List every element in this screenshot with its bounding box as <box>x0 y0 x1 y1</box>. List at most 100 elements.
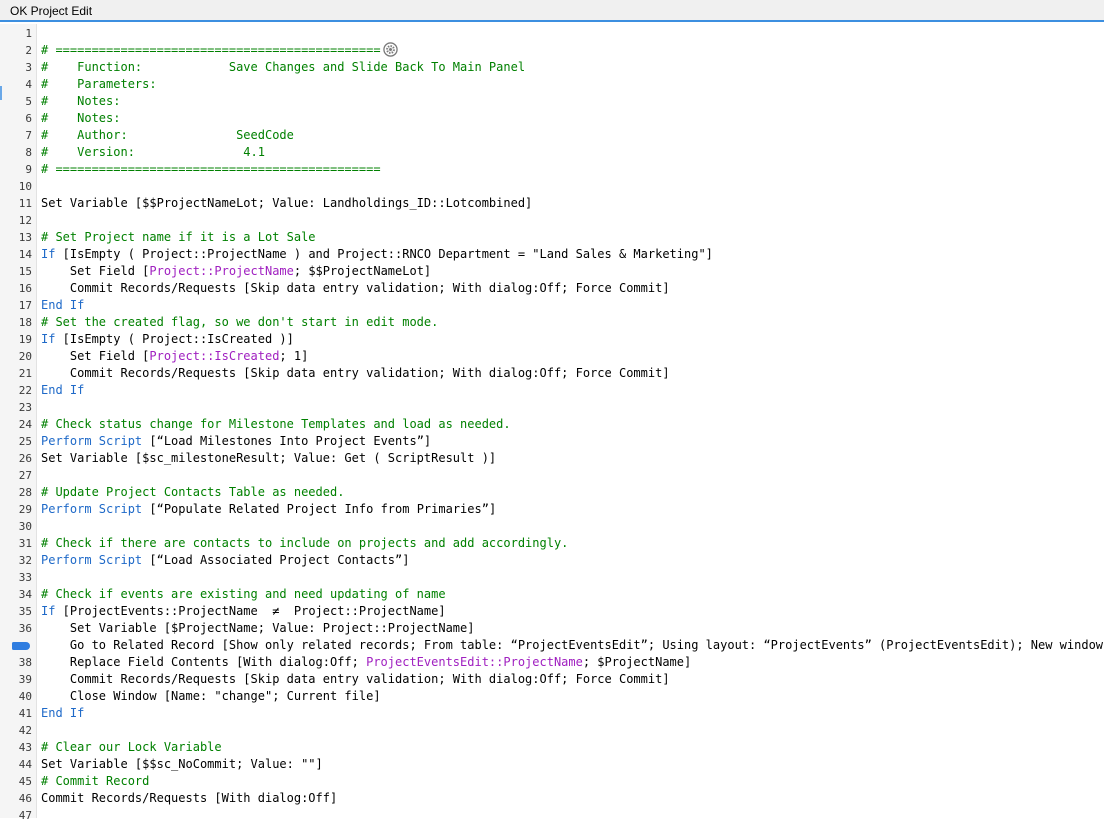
script-step-text: End If <box>41 297 84 314</box>
comment-text: # Update Project Contacts Table as neede… <box>41 485 345 499</box>
script-line[interactable]: 15 Set Field [Project::ProjectName; $$Pr… <box>0 263 1104 280</box>
line-number: 4 <box>25 78 32 91</box>
script-line[interactable]: 37 Go to Related Record [Show only relat… <box>0 637 1104 654</box>
step-text: [“Load Associated Project Contacts”] <box>142 553 410 567</box>
line-number: 7 <box>25 129 32 142</box>
line-number: 47 <box>18 809 32 822</box>
line-number: 31 <box>18 537 32 550</box>
script-line[interactable]: 1 <box>0 25 1104 42</box>
script-line[interactable]: 28 # Update Project Contacts Table as nee… <box>0 484 1104 501</box>
script-step-text: # Set the created flag, so we don't star… <box>41 314 438 331</box>
script-line[interactable]: 12 <box>0 212 1104 229</box>
control-keyword: If <box>41 247 56 261</box>
script-line[interactable]: 9 # =====================================… <box>0 161 1104 178</box>
script-line[interactable]: 40 Close Window [Name: "change"; Current… <box>0 688 1104 705</box>
script-line[interactable]: 34 # Check if events are existing and nee… <box>0 586 1104 603</box>
line-number: 11 <box>18 197 32 210</box>
line-number: 42 <box>18 724 32 737</box>
script-line[interactable]: 30 <box>0 518 1104 535</box>
script-line[interactable]: 2 # =====================================… <box>0 42 1104 59</box>
line-number: 33 <box>18 571 32 584</box>
script-line[interactable]: 25 Perform Script [“Load Milestones Into … <box>0 433 1104 450</box>
script-line[interactable]: 36 Set Variable [$ProjectName; Value: Pr… <box>0 620 1104 637</box>
line-number: 34 <box>18 588 32 601</box>
script-step-text: Replace Field Contents [With dialog:Off;… <box>41 654 691 671</box>
script-line[interactable]: 44 Set Variable [$$sc_NoCommit; Value: ""… <box>0 756 1104 773</box>
script-line[interactable]: 24 # Check status change for Milestone Te… <box>0 416 1104 433</box>
script-step-text: # Check if events are existing and need … <box>41 586 446 603</box>
script-line[interactable]: 29 Perform Script [“Populate Related Proj… <box>0 501 1104 518</box>
line-number: 43 <box>18 741 32 754</box>
comment-text: # ======================================… <box>41 162 381 176</box>
script-line[interactable]: 20 Set Field [Project::IsCreated; 1] <box>0 348 1104 365</box>
line-number: 38 <box>18 656 32 669</box>
comment-text: # ======================================… <box>41 43 381 57</box>
script-step-text: # Notes: <box>41 93 120 110</box>
window-title: OK Project Edit <box>10 4 93 18</box>
line-number: 3 <box>25 61 32 74</box>
script-step-text: # ======================================… <box>41 161 381 178</box>
script-editor[interactable]: 1 2 # ====================================… <box>0 24 1104 822</box>
window-titlebar: OK Project Edit <box>0 0 1104 22</box>
gear-icon[interactable] <box>382 42 398 57</box>
script-line[interactable]: 11 Set Variable [$$ProjectNameLot; Value:… <box>0 195 1104 212</box>
script-line[interactable]: 16 Commit Records/Requests [Skip data en… <box>0 280 1104 297</box>
script-line[interactable]: 43 # Clear our Lock Variable <box>0 739 1104 756</box>
script-line[interactable]: 14 If [IsEmpty ( Project::ProjectName ) a… <box>0 246 1104 263</box>
script-line[interactable]: 19 If [IsEmpty ( Project::IsCreated )] <box>0 331 1104 348</box>
line-number: 19 <box>18 333 32 346</box>
script-line[interactable]: 23 <box>0 399 1104 416</box>
script-line[interactable]: 35 If [ProjectEvents::ProjectName ≠ Proje… <box>0 603 1104 620</box>
line-number: 15 <box>18 265 32 278</box>
script-line[interactable]: 7 # Author: SeedCode <box>0 127 1104 144</box>
script-line[interactable]: 46 Commit Records/Requests [With dialog:O… <box>0 790 1104 807</box>
line-number: 2 <box>25 44 32 57</box>
line-number: 44 <box>18 758 32 771</box>
script-line[interactable]: 10 <box>0 178 1104 195</box>
breakpoint-marker-icon[interactable] <box>12 642 30 650</box>
script-line[interactable]: 27 <box>0 467 1104 484</box>
script-line[interactable]: 42 <box>0 722 1104 739</box>
script-line[interactable]: 21 Commit Records/Requests [Skip data en… <box>0 365 1104 382</box>
script-line[interactable]: 22 End If <box>0 382 1104 399</box>
comment-text: # Commit Record <box>41 774 150 788</box>
control-keyword: End If <box>41 706 85 720</box>
script-line[interactable]: 18 # Set the created flag, so we don't st… <box>0 314 1104 331</box>
script-step-text: Close Window [Name: "change"; Current fi… <box>41 688 381 705</box>
line-number: 9 <box>25 163 32 176</box>
control-keyword: End If <box>41 383 85 397</box>
script-line[interactable]: 6 # Notes: <box>0 110 1104 127</box>
script-line[interactable]: 13 # Set Project name if it is a Lot Sale <box>0 229 1104 246</box>
field-reference: ProjectEventsEdit::ProjectName <box>366 655 583 669</box>
script-line[interactable]: 17 End If <box>0 297 1104 314</box>
script-line[interactable]: 26 Set Variable [$sc_milestoneResult; Val… <box>0 450 1104 467</box>
line-number: 21 <box>18 367 32 380</box>
script-step-text: If [IsEmpty ( Project::IsCreated )] <box>41 331 294 348</box>
line-number: 36 <box>18 622 32 635</box>
step-text: ; 1] <box>279 349 309 363</box>
script-step-text: Set Variable [$$ProjectNameLot; Value: L… <box>41 195 532 212</box>
script-line[interactable]: 47 <box>0 807 1104 824</box>
script-line[interactable]: 31 # Check if there are contacts to inclu… <box>0 535 1104 552</box>
script-line[interactable]: 8 # Version: 4.1 <box>0 144 1104 161</box>
line-number: 20 <box>18 350 32 363</box>
script-step-text: # Set Project name if it is a Lot Sale <box>41 229 316 246</box>
script-line[interactable]: 5 # Notes: <box>0 93 1104 110</box>
script-line[interactable]: 41 End If <box>0 705 1104 722</box>
step-text: Set Variable [$$ProjectNameLot; Value: L… <box>41 196 533 210</box>
line-number: 5 <box>25 95 32 108</box>
comment-text: # Notes: <box>41 111 121 125</box>
script-line[interactable]: 39 Commit Records/Requests [Skip data en… <box>0 671 1104 688</box>
script-step-text: Set Variable [$sc_milestoneResult; Value… <box>41 450 496 467</box>
script-line[interactable]: 38 Replace Field Contents [With dialog:O… <box>0 654 1104 671</box>
script-step-text: Set Variable [$ProjectName; Value: Proje… <box>41 620 475 637</box>
script-line[interactable]: 3 # Function: Save Changes and Slide Back… <box>0 59 1104 76</box>
script-line[interactable]: 45 # Commit Record <box>0 773 1104 790</box>
line-number: 27 <box>18 469 32 482</box>
comment-text: # Check status change for Milestone Temp… <box>41 417 511 431</box>
script-line[interactable]: 32 Perform Script [“Load Associated Proje… <box>0 552 1104 569</box>
script-line[interactable]: 33 <box>0 569 1104 586</box>
line-number: 22 <box>18 384 32 397</box>
script-line[interactable]: 4 # Parameters: <box>0 76 1104 93</box>
field-reference: Project::IsCreated <box>149 349 280 363</box>
